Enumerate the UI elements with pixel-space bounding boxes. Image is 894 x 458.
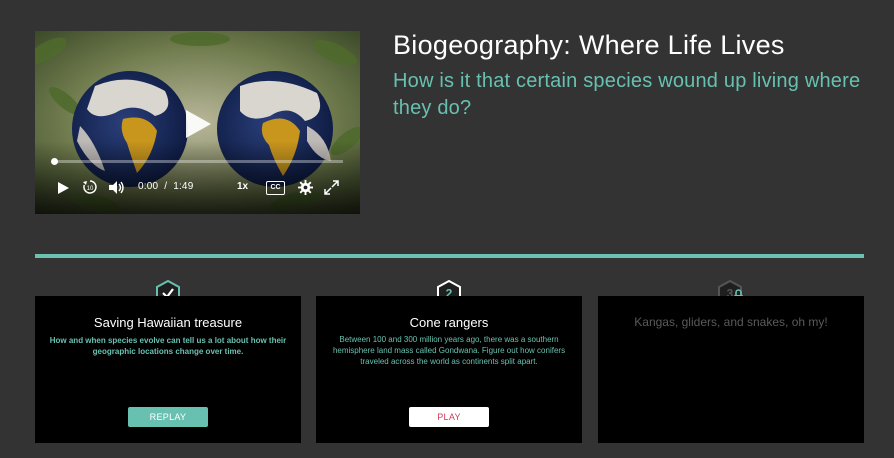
activity-card-1[interactable]: Saving Hawaiian treasure How and when sp… bbox=[35, 296, 301, 443]
card-description: How and when species evolve can tell us … bbox=[49, 336, 287, 356]
section-divider bbox=[35, 254, 864, 258]
progress-handle[interactable] bbox=[51, 158, 58, 165]
volume-icon[interactable] bbox=[108, 180, 125, 195]
card-title: Kangas, gliders, and snakes, oh my! bbox=[634, 315, 828, 329]
time-separator: / bbox=[164, 181, 168, 192]
card-title: Cone rangers bbox=[409, 315, 489, 330]
replay-10-icon[interactable]: 10 bbox=[82, 179, 98, 195]
big-play-icon[interactable] bbox=[183, 108, 213, 140]
replay-button[interactable]: REPLAY bbox=[128, 407, 208, 427]
time-current: 0:00 bbox=[138, 181, 159, 192]
page-title: Biogeography: Where Life Lives bbox=[393, 30, 785, 60]
captions-label: CC bbox=[270, 184, 281, 191]
card-title: Saving Hawaiian treasure bbox=[93, 315, 243, 330]
fullscreen-icon[interactable] bbox=[324, 180, 339, 195]
skip-back-label: 10 bbox=[87, 186, 94, 192]
time-display: 0:00 / 1:49 bbox=[138, 181, 193, 192]
card-description: Between 100 and 300 million years ago, t… bbox=[332, 335, 566, 366]
play-button[interactable]: PLAY bbox=[409, 407, 489, 427]
time-total: 1:49 bbox=[173, 181, 194, 192]
playback-speed-button[interactable]: 1x bbox=[237, 181, 248, 192]
activity-card-3: Kangas, gliders, and snakes, oh my! bbox=[598, 296, 864, 443]
play-icon[interactable] bbox=[57, 181, 70, 195]
captions-icon[interactable]: CC bbox=[266, 181, 285, 195]
activity-card-2[interactable]: Cone rangers Between 100 and 300 million… bbox=[316, 296, 582, 443]
page-subtitle: How is it that certain species wound up … bbox=[393, 70, 861, 119]
settings-gear-icon[interactable] bbox=[298, 180, 313, 195]
progress-bar[interactable] bbox=[53, 160, 343, 163]
video-player[interactable]: 10 0:00 / 1:49 1x CC bbox=[35, 31, 360, 214]
